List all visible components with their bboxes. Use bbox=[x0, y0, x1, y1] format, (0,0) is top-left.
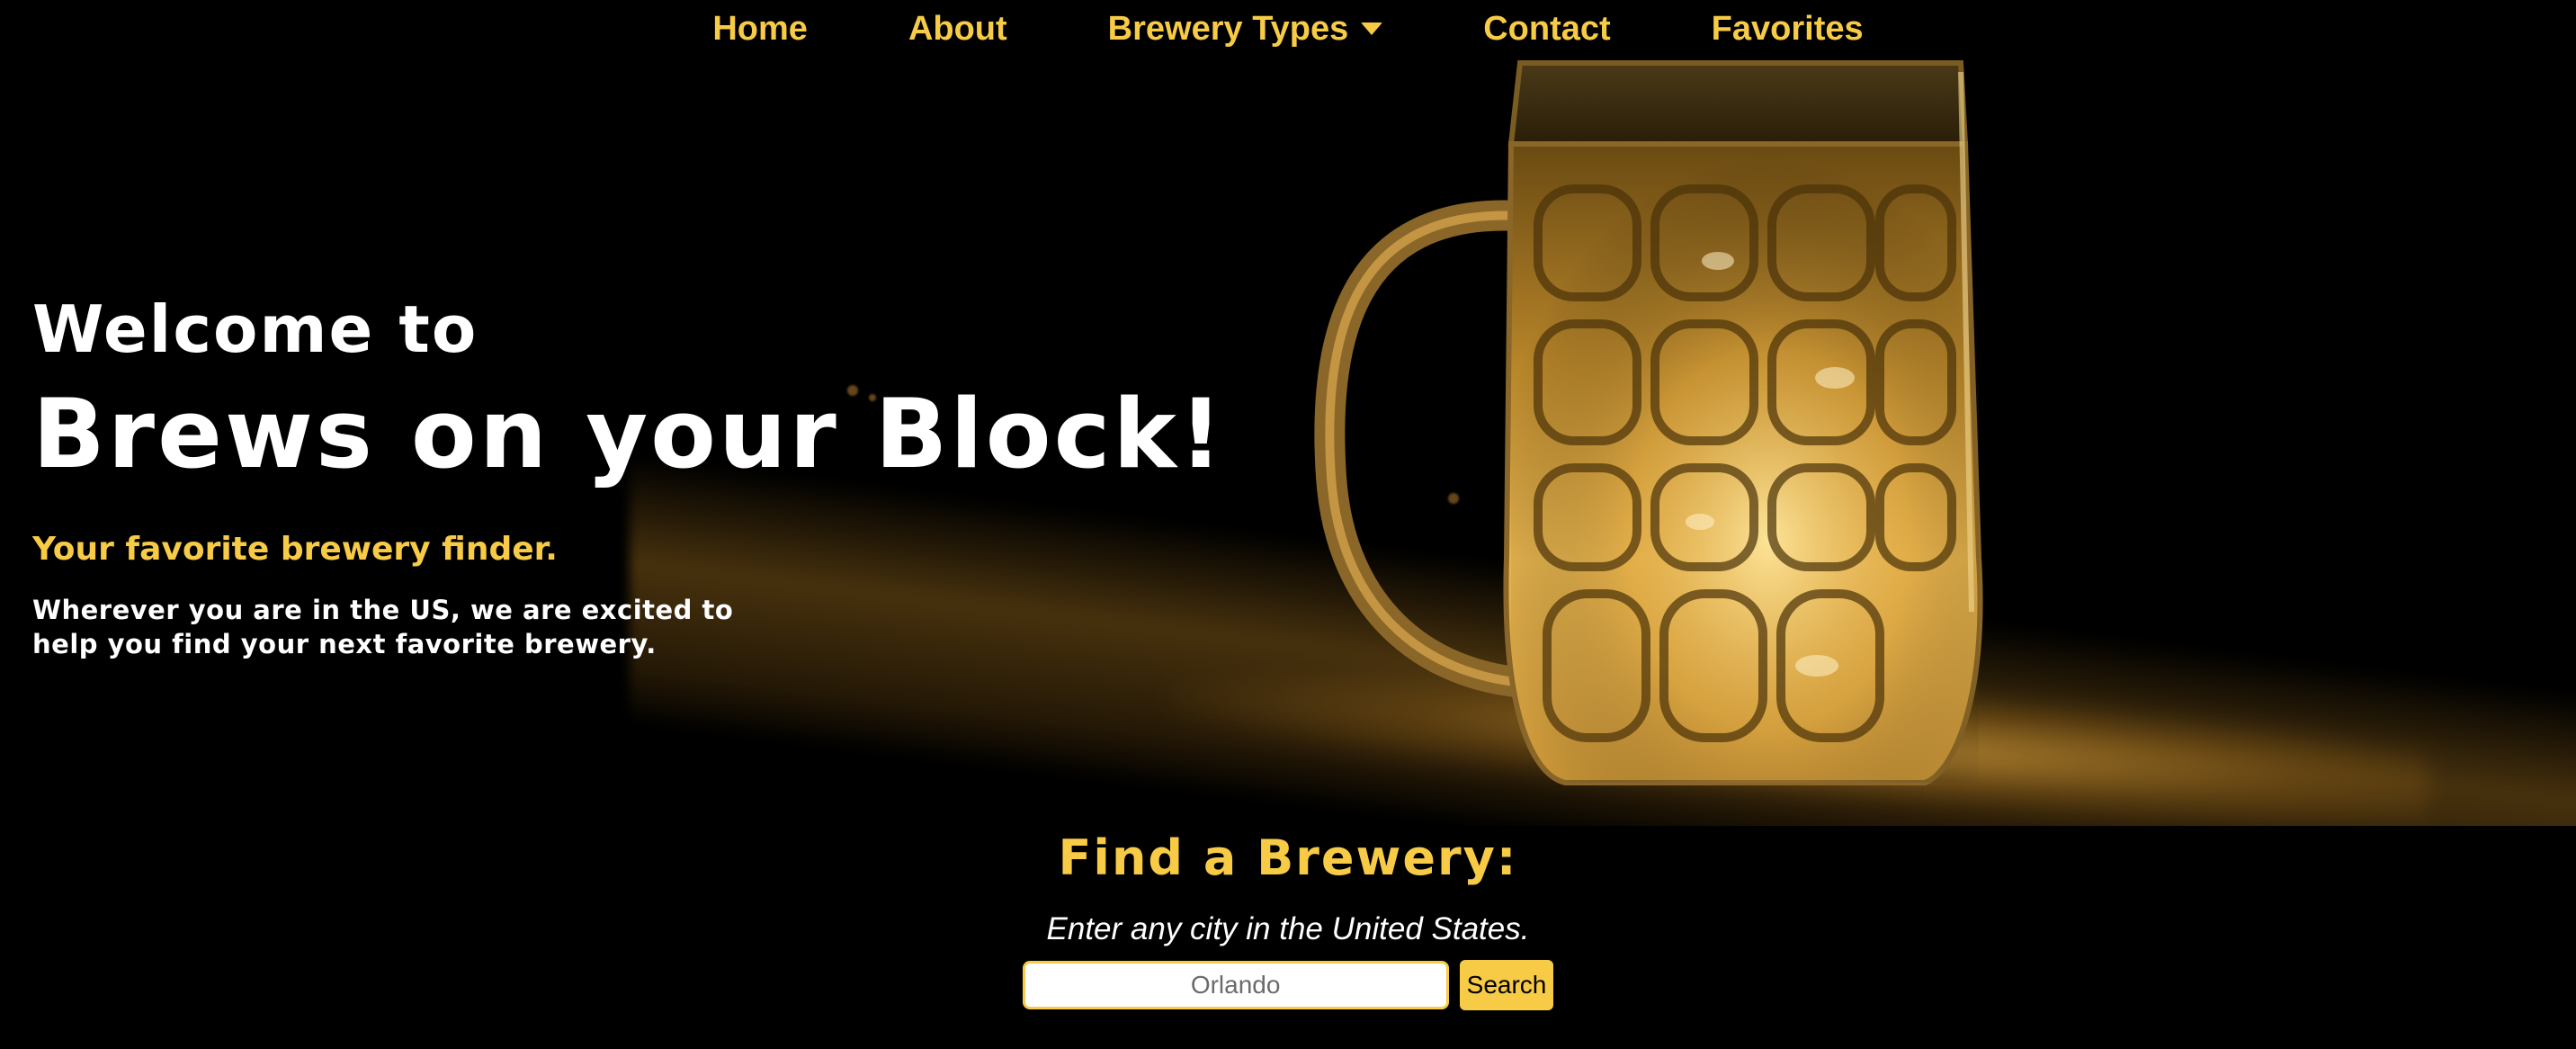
nav-home-link[interactable]: Home bbox=[712, 10, 808, 49]
search-row: Search bbox=[0, 960, 2576, 1010]
nav-brewery-types-dropdown[interactable]: Brewery Types bbox=[1108, 10, 1383, 49]
nav-contact-label: Contact bbox=[1483, 9, 1611, 48]
nav-contact-link[interactable]: Contact bbox=[1483, 10, 1610, 49]
nav-home-label: Home bbox=[712, 9, 808, 48]
find-brewery-heading: Find a Brewery: bbox=[1058, 829, 1518, 886]
caret-down-icon bbox=[1361, 22, 1383, 35]
hero-section: Welcome to Brews on your Block! Your fav… bbox=[0, 0, 2576, 826]
welcome-heading: Welcome to bbox=[32, 291, 479, 367]
brand-title: Brews on your Block! bbox=[32, 379, 1226, 489]
nav-about-link[interactable]: About bbox=[908, 10, 1007, 49]
main-nav: Home About Brewery Types Contact Favorit… bbox=[0, 0, 2576, 58]
search-instructions: Enter any city in the United States. bbox=[1046, 911, 1530, 946]
nav-favorites-link[interactable]: Favorites bbox=[1712, 10, 1864, 49]
city-search-input[interactable] bbox=[1022, 961, 1449, 1009]
nav-favorites-label: Favorites bbox=[1711, 9, 1864, 48]
search-button[interactable]: Search bbox=[1459, 960, 1554, 1010]
beer-mug-image bbox=[1314, 60, 1983, 785]
hero-blurb: Wherever you are in the US, we are excit… bbox=[32, 595, 734, 659]
search-section: Find a Brewery: Enter any city in the Un… bbox=[0, 826, 2576, 1010]
tagline: Your favorite brewery finder. bbox=[32, 531, 558, 568]
nav-brewery-types-label: Brewery Types bbox=[1107, 9, 1349, 48]
nav-about-label: About bbox=[908, 9, 1007, 48]
hero-text: Welcome to Brews on your Block! Your fav… bbox=[32, 297, 1225, 661]
